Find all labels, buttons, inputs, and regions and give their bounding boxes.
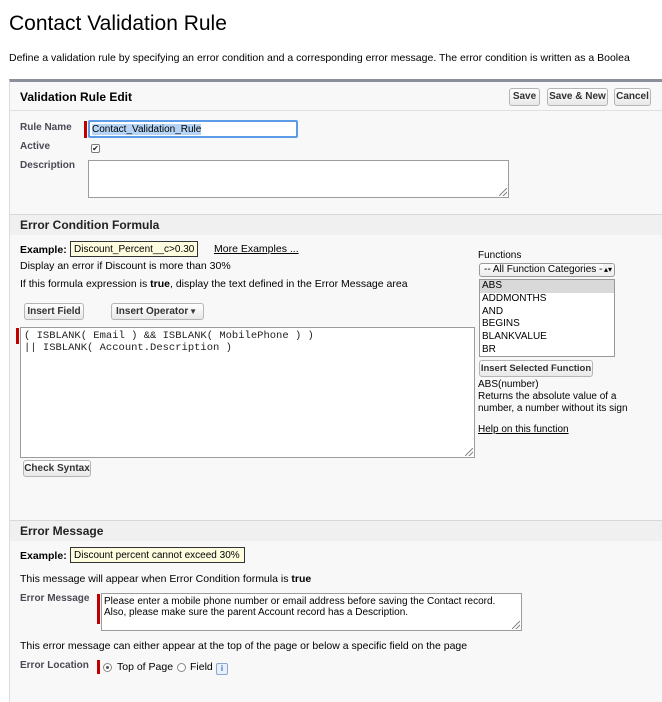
error-message-section-title: Error Message [20, 524, 104, 538]
function-description-line-1: Returns the absolute value of a [478, 391, 617, 402]
more-examples-link[interactable]: More Examples ... [214, 243, 299, 255]
function-item[interactable]: BEGINS [480, 318, 614, 331]
dropdown-arrow-icon: ▼ [189, 307, 197, 316]
resize-grip-icon[interactable] [512, 621, 520, 629]
error-example-label: Example: [20, 550, 67, 562]
function-item[interactable]: AND [480, 306, 614, 319]
check-syntax-button[interactable]: Check Syntax [23, 460, 91, 477]
error-message-section-header [10, 520, 662, 541]
info-icon[interactable]: i [216, 663, 228, 675]
condition-section-title: Error Condition Formula [20, 218, 160, 232]
function-listbox[interactable]: ABS ADDMONTHS AND BEGINS BLANKVALUE BR [479, 279, 615, 357]
panel-title: Validation Rule Edit [20, 90, 133, 104]
error-message-line-2: Also, please make sure the parent Accoun… [104, 607, 409, 618]
cancel-button[interactable]: Cancel [614, 88, 651, 106]
active-checkbox[interactable]: ✔ [91, 144, 100, 153]
condition-example-box: Discount_Percent__c>0.30 [70, 241, 198, 257]
function-item[interactable]: BLANKVALUE [480, 331, 614, 344]
function-category-select[interactable]: -- All Function Categories -- ▴▾ [479, 263, 615, 277]
rule-name-value: Contact_Validation_Rule [92, 124, 202, 135]
insert-selected-function-button[interactable]: Insert Selected Function [479, 360, 593, 377]
formula-editor[interactable]: ( ISBLANK( Email ) && ISBLANK( MobilePho… [20, 327, 475, 458]
page-title: Contact Validation Rule [9, 12, 227, 35]
error-location-hint: This error message can either appear at … [20, 640, 468, 652]
radio-field[interactable] [177, 663, 186, 672]
active-label: Active [20, 141, 51, 152]
functions-label: Functions [478, 250, 522, 261]
function-item[interactable]: ABS [480, 280, 614, 293]
select-arrows-icon: ▴▾ [602, 264, 612, 276]
function-item[interactable]: BR [480, 344, 614, 356]
formula-required-indicator [16, 328, 19, 344]
function-description-line-2: number, a number without its sign [478, 403, 628, 414]
function-item[interactable]: ADDMONTHS [480, 293, 614, 306]
condition-example-label: Example: [20, 244, 67, 256]
error-message-line-1: Please enter a mobile phone number or em… [104, 596, 496, 607]
error-message-required-indicator [97, 594, 100, 624]
save-button[interactable]: Save [509, 88, 540, 106]
required-indicator [84, 121, 87, 138]
error-location-required-indicator [97, 660, 100, 674]
function-signature: ABS(number) [478, 379, 539, 390]
condition-hint-1: Display an error if Discount is more tha… [20, 260, 231, 272]
error-location-label: Error Location [20, 660, 89, 671]
page-description: Define a validation rule by specifying a… [9, 52, 630, 64]
option-top-of-page-label: Top of Page [117, 661, 174, 673]
formula-line-2: || ISBLANK( Account.Description ) [24, 342, 232, 354]
function-help-link[interactable]: Help on this function [478, 424, 569, 435]
save-and-new-button[interactable]: Save & New [547, 88, 608, 106]
condition-hint-2: If this formula expression is true, disp… [20, 278, 408, 290]
radio-top-of-page[interactable] [103, 663, 112, 672]
error-message-textarea[interactable]: Please enter a mobile phone number or em… [101, 593, 522, 631]
description-textarea[interactable] [88, 160, 509, 198]
resize-grip-icon[interactable] [499, 188, 507, 196]
error-message-hint: This message will appear when Error Cond… [20, 573, 312, 585]
rule-name-label: Rule Name [20, 122, 72, 133]
formula-line-1: ( ISBLANK( Email ) && ISBLANK( MobilePho… [24, 330, 314, 342]
resize-grip-icon[interactable] [465, 448, 473, 456]
insert-operator-button[interactable]: Insert Operator ▼ [111, 303, 204, 320]
error-message-label: Error Message [20, 593, 90, 604]
option-field-label: Field [190, 661, 213, 673]
description-label: Description [20, 160, 76, 171]
insert-field-button[interactable]: Insert Field [24, 303, 84, 320]
rule-name-input[interactable]: Contact_Validation_Rule [88, 120, 298, 138]
error-example-box: Discount percent cannot exceed 30% [70, 547, 245, 563]
